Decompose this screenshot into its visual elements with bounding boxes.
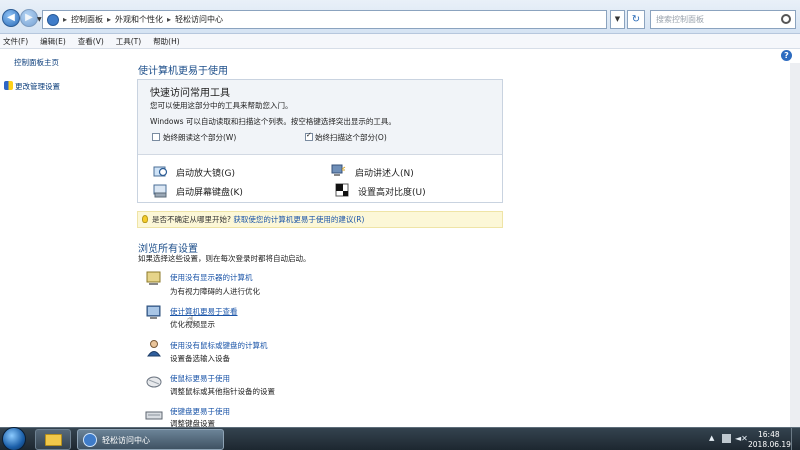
ease-of-access-icon — [83, 433, 97, 447]
use-without-display-desc: 为有视力障碍的人进行优化 — [170, 287, 260, 296]
recent-pages-dropdown[interactable]: ▼ — [37, 16, 42, 23]
tray-expand-icon[interactable]: ▲ — [709, 434, 714, 442]
make-easier-to-see-link[interactable]: 使计算机更易于查看 — [170, 306, 238, 317]
start-magnifier-link[interactable]: 启动放大镜(G) — [176, 166, 235, 179]
left-pane — [0, 49, 123, 427]
back-button[interactable]: ◀ — [2, 9, 20, 27]
clock-date[interactable]: 2018.06.19 — [748, 440, 791, 449]
user-icon[interactable] — [145, 339, 163, 357]
control-panel-home-link[interactable]: 控制面板主页 — [14, 57, 59, 68]
folder-icon — [45, 434, 62, 446]
taskbar-explorer-button[interactable] — [35, 429, 71, 450]
breadcrumb-ease-of-access[interactable]: 轻松访问中心 — [175, 14, 223, 25]
title-bar: ◀ ▶ ▼ ▸ 控制面板 ▸ 外观和个性化 ▸ 轻松访问中心 ▼ ↻ 搜索控制面… — [0, 0, 800, 34]
always-read-checkbox[interactable] — [152, 133, 160, 141]
search-placeholder: 搜索控制面板 — [656, 15, 704, 24]
scrollbar[interactable] — [790, 63, 800, 427]
quick-access-header: 快速访问常用工具 您可以使用这部分中的工具来帮助您入门。 Windows 可以自… — [138, 80, 502, 155]
get-recommendations-link[interactable]: 获取使您的计算机更易于使用的建议(R) — [233, 215, 364, 224]
breadcrumb-separator[interactable]: ▸ — [107, 15, 111, 24]
browse-settings-desc: 如果选择这些设置，则在每次登录时都将自动启动。 — [138, 254, 311, 263]
no-display-icon[interactable] — [145, 270, 163, 288]
quick-access-scan-desc: Windows 可以自动读取和扫描这个列表。按空格键选择突出显示的工具。 — [150, 117, 396, 126]
use-without-mouse-keyboard-link[interactable]: 使用没有鼠标或键盘的计算机 — [170, 340, 268, 351]
menu-file[interactable]: 文件(F) — [3, 36, 28, 47]
tip-question: 是否不确定从哪里开始? — [152, 215, 231, 224]
breadcrumb-control-panel[interactable]: 控制面板 — [71, 14, 103, 25]
narrator-icon[interactable] — [331, 164, 346, 178]
make-keyboard-easier-link[interactable]: 使键盘更易于使用 — [170, 406, 230, 417]
make-mouse-easier-desc: 调整鼠标或其他指针设备的设置 — [170, 387, 275, 396]
address-bar[interactable]: ▸ 控制面板 ▸ 外观和个性化 ▸ 轻松访问中心 — [42, 10, 607, 29]
on-screen-keyboard-icon[interactable] — [153, 184, 168, 198]
make-mouse-easier-link[interactable]: 使鼠标更易于使用 — [170, 373, 230, 384]
set-high-contrast-link[interactable]: 设置高对比度(U) — [358, 185, 426, 198]
search-icon[interactable] — [781, 14, 791, 24]
always-read-label[interactable]: 始终朗读这个部分(W) — [163, 132, 236, 143]
taskbar-ease-label: 轻松访问中心 — [102, 436, 150, 445]
clock-time[interactable]: 16:48 — [758, 430, 780, 439]
recommendation-bar: 是否不确定从哪里开始? 获取使您的计算机更易于使用的建议(R) — [137, 211, 503, 228]
always-scan-label[interactable]: 始终扫描这个部分(O) — [315, 132, 387, 143]
taskbar: 轻松访问中心 ▲ ◄✕ 16:48 2018.06.19 — [0, 427, 800, 450]
volume-muted-icon[interactable]: ◄✕ — [735, 434, 748, 443]
keyboard-icon[interactable] — [145, 406, 163, 424]
menu-help[interactable]: 帮助(H) — [153, 36, 180, 47]
always-scan-checkbox[interactable] — [305, 131, 313, 141]
action-center-icon[interactable] — [722, 434, 731, 443]
menu-edit[interactable]: 编辑(E) — [40, 36, 66, 47]
breadcrumb-separator[interactable]: ▸ — [167, 15, 171, 24]
help-icon[interactable]: ? — [781, 50, 792, 61]
lightbulb-icon — [142, 215, 148, 223]
breadcrumb-appearance[interactable]: 外观和个性化 — [115, 14, 163, 25]
use-without-display-link[interactable]: 使用没有显示器的计算机 — [170, 272, 253, 283]
hand-cursor-icon: ☝ — [187, 313, 194, 326]
control-panel-icon — [47, 13, 59, 26]
refresh-icon[interactable]: ↻ — [627, 10, 645, 29]
breadcrumb-separator[interactable]: ▸ — [63, 15, 67, 24]
menu-bar: 文件(F) 编辑(E) 查看(V) 工具(T) 帮助(H) — [0, 34, 800, 49]
admin-shield-icon — [4, 81, 13, 90]
forward-button[interactable]: ▶ — [20, 9, 38, 27]
menu-tools[interactable]: 工具(T) — [116, 36, 141, 47]
address-dropdown[interactable]: ▼ — [610, 10, 625, 29]
search-input[interactable]: 搜索控制面板 — [650, 10, 796, 29]
taskbar-ease-of-access-button[interactable]: 轻松访问中心 — [77, 429, 224, 450]
quick-access-title: 快速访问常用工具 — [150, 88, 230, 99]
monitor-icon[interactable] — [145, 304, 163, 322]
use-without-mouse-keyboard-desc: 设置备选输入设备 — [170, 354, 230, 363]
page-title: 使计算机更易于使用 — [138, 66, 228, 77]
start-narrator-link[interactable]: 启动讲述人(N) — [355, 166, 414, 179]
quick-access-desc: 您可以使用这部分中的工具来帮助您入门。 — [150, 101, 293, 110]
magnifier-icon[interactable] — [153, 165, 168, 179]
start-button[interactable] — [2, 427, 26, 450]
mouse-icon[interactable] — [145, 372, 163, 390]
show-desktop-button[interactable] — [791, 428, 800, 450]
menu-view[interactable]: 查看(V) — [78, 36, 104, 47]
start-on-screen-keyboard-link[interactable]: 启动屏幕键盘(K) — [176, 185, 243, 198]
change-admin-settings-link[interactable]: 更改管理设置 — [15, 81, 60, 92]
high-contrast-icon[interactable] — [335, 183, 350, 197]
